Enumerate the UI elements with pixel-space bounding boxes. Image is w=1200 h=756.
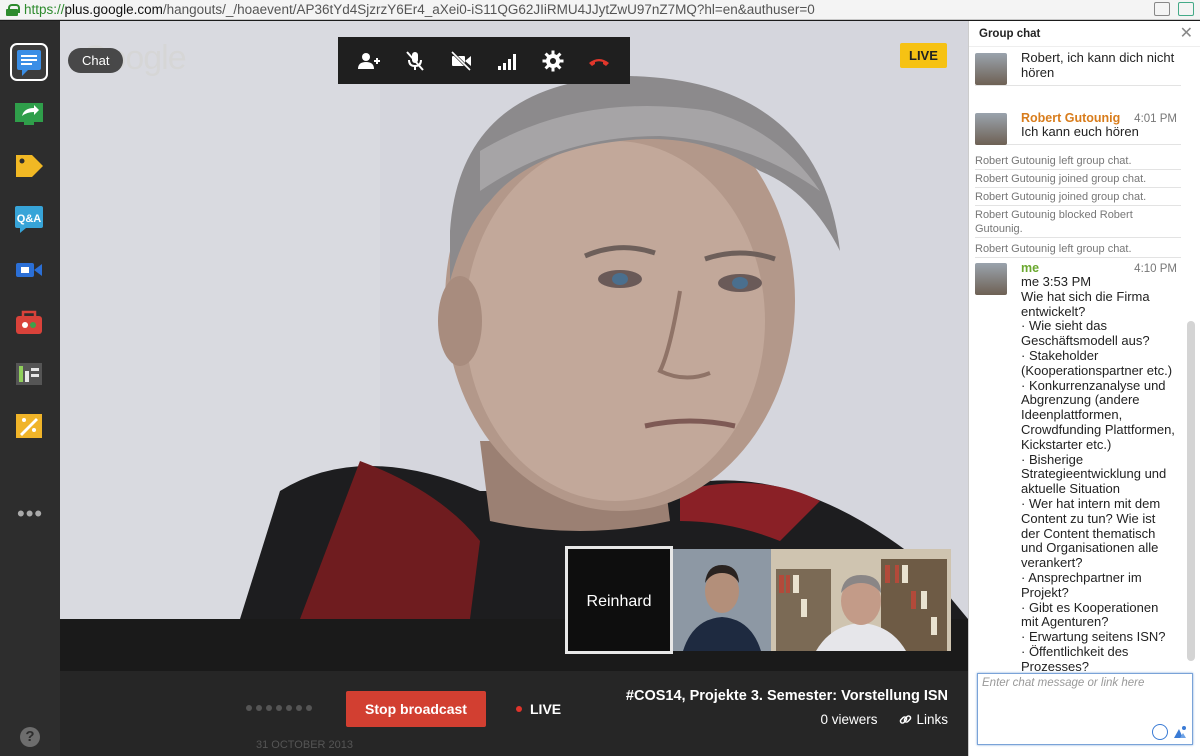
live-badge: LIVE bbox=[900, 43, 947, 68]
avatar[interactable] bbox=[975, 113, 1007, 145]
live-dot-icon bbox=[516, 706, 522, 712]
system-notice: Robert Gutounig joined group chat. bbox=[975, 186, 1181, 206]
signal-bars-icon bbox=[498, 53, 516, 70]
toolbox-app-icon[interactable] bbox=[12, 305, 46, 339]
close-icon[interactable]: ✕ bbox=[1180, 21, 1193, 47]
window-icon[interactable] bbox=[1154, 2, 1170, 16]
group-chat-panel: Group chat ✕ Robert, ich kann dich nicht… bbox=[968, 21, 1200, 756]
chat-header: Group chat ✕ bbox=[969, 21, 1200, 47]
thumbnail-selected[interactable]: Reinhard bbox=[565, 546, 673, 654]
chat-title: Group chat bbox=[979, 28, 1041, 40]
url-text[interactable]: https://plus.google.com/hangouts/_/hoaev… bbox=[24, 2, 815, 17]
live-indicator: LIVE bbox=[516, 701, 561, 717]
system-notice: Robert Gutounig left group chat. bbox=[975, 150, 1181, 170]
chat-scrollbar[interactable] bbox=[1187, 321, 1195, 661]
viewer-count: 0 viewers bbox=[820, 712, 878, 727]
speaker-video-frame bbox=[60, 21, 968, 619]
chat-message: Robert Gutounig 4:01 PM Ich kann euch höre… bbox=[975, 111, 1181, 145]
camera-off-button[interactable] bbox=[448, 48, 474, 74]
invite-people-button[interactable] bbox=[356, 48, 382, 74]
message-time: 4:01 PM bbox=[1134, 113, 1177, 125]
call-toolbar bbox=[338, 37, 630, 84]
thumbnail-participant[interactable] bbox=[771, 549, 951, 651]
effects-app-icon[interactable] bbox=[12, 409, 46, 443]
more-apps-icon[interactable]: ••• bbox=[17, 501, 43, 527]
message-text: me 3:53 PM Wie hat sich die Firma entwic… bbox=[1021, 274, 1175, 673]
system-notice: Robert Gutounig joined group chat. bbox=[975, 168, 1181, 188]
browser-address-bar[interactable]: https://plus.google.com/hangouts/_/hoaev… bbox=[0, 0, 1200, 20]
thumbnail-participant[interactable] bbox=[673, 549, 771, 651]
broadcast-title: #COS14, Projekte 3. Semester: Vorstellun… bbox=[625, 688, 948, 704]
svg-text:Q&A: Q&A bbox=[17, 213, 42, 225]
bandwidth-button[interactable] bbox=[494, 48, 520, 74]
system-notice: Robert Gutounig left group chat. bbox=[975, 238, 1181, 258]
help-icon[interactable]: ? bbox=[20, 727, 40, 747]
add-person-icon bbox=[358, 52, 380, 69]
pagination-dots[interactable] bbox=[246, 705, 312, 711]
participant-video bbox=[771, 549, 951, 651]
chat-app-icon[interactable] bbox=[10, 43, 48, 81]
live-indicator-label: LIVE bbox=[530, 701, 562, 717]
link-icon bbox=[900, 715, 912, 724]
chat-message: me 4:10 PM me 3:53 PM Wie hat sich die Fir… bbox=[975, 261, 1181, 673]
message-text: Robert, ich kann dich nicht hören bbox=[1021, 50, 1175, 80]
qa-app-icon[interactable]: Q&A bbox=[12, 201, 46, 235]
tag-app-icon[interactable] bbox=[12, 149, 46, 183]
chat-input[interactable]: Enter chat message or link here bbox=[977, 673, 1193, 745]
url-path: /hangouts/_/hoaevent/AP36tYd4SjzrzY6Er4_… bbox=[162, 2, 815, 17]
message-text: Ich kann euch hören bbox=[1021, 124, 1139, 139]
participant-thumbnails: Reinhard bbox=[565, 546, 951, 654]
gear-icon bbox=[542, 50, 564, 71]
lock-icon bbox=[6, 3, 20, 16]
broadcast-bar: Stop broadcast LIVE #COS14, Projekte 3. … bbox=[60, 671, 968, 756]
emoji-icon[interactable] bbox=[1152, 724, 1168, 740]
settings-button[interactable] bbox=[540, 48, 566, 74]
camera-app-icon[interactable] bbox=[12, 253, 46, 287]
main-video bbox=[60, 21, 968, 619]
chat-messages[interactable]: Robert, ich kann dich nicht hören Robert … bbox=[969, 47, 1185, 673]
hang-up-icon bbox=[589, 58, 609, 66]
url-scheme: https:// bbox=[24, 2, 65, 17]
video-off-icon bbox=[450, 50, 472, 71]
mic-off-icon bbox=[406, 50, 424, 71]
date-footer: 31 OCTOBER 2013 bbox=[256, 739, 354, 751]
links-button[interactable]: Links bbox=[899, 712, 948, 727]
url-host: plus.google.com bbox=[64, 2, 163, 17]
chat-message: Robert, ich kann dich nicht hören bbox=[975, 50, 1181, 86]
app-rail: Q&A ••• ? bbox=[0, 21, 60, 756]
hang-up-button[interactable] bbox=[586, 48, 612, 74]
links-label: Links bbox=[916, 712, 948, 727]
message-time: 4:10 PM bbox=[1134, 263, 1177, 275]
screenshare-app-icon[interactable] bbox=[12, 97, 46, 131]
broadcast-meta: 0 viewers Links bbox=[820, 712, 948, 727]
chat-input-placeholder: Enter chat message or link here bbox=[982, 677, 1145, 689]
chat-tooltip: Chat bbox=[68, 48, 124, 73]
drive-extension-icon[interactable] bbox=[1178, 2, 1194, 16]
photo-icon[interactable] bbox=[1172, 724, 1188, 740]
system-notice: Robert Gutounig blocked Robert Gutounig. bbox=[975, 204, 1181, 238]
mute-mic-button[interactable] bbox=[402, 48, 428, 74]
participant-video bbox=[673, 549, 771, 651]
avatar[interactable] bbox=[975, 53, 1007, 85]
thumbnail-name: Reinhard bbox=[586, 593, 652, 610]
stop-broadcast-button[interactable]: Stop broadcast bbox=[346, 691, 486, 727]
avatar[interactable] bbox=[975, 263, 1007, 295]
control-room-app-icon[interactable] bbox=[12, 357, 46, 391]
